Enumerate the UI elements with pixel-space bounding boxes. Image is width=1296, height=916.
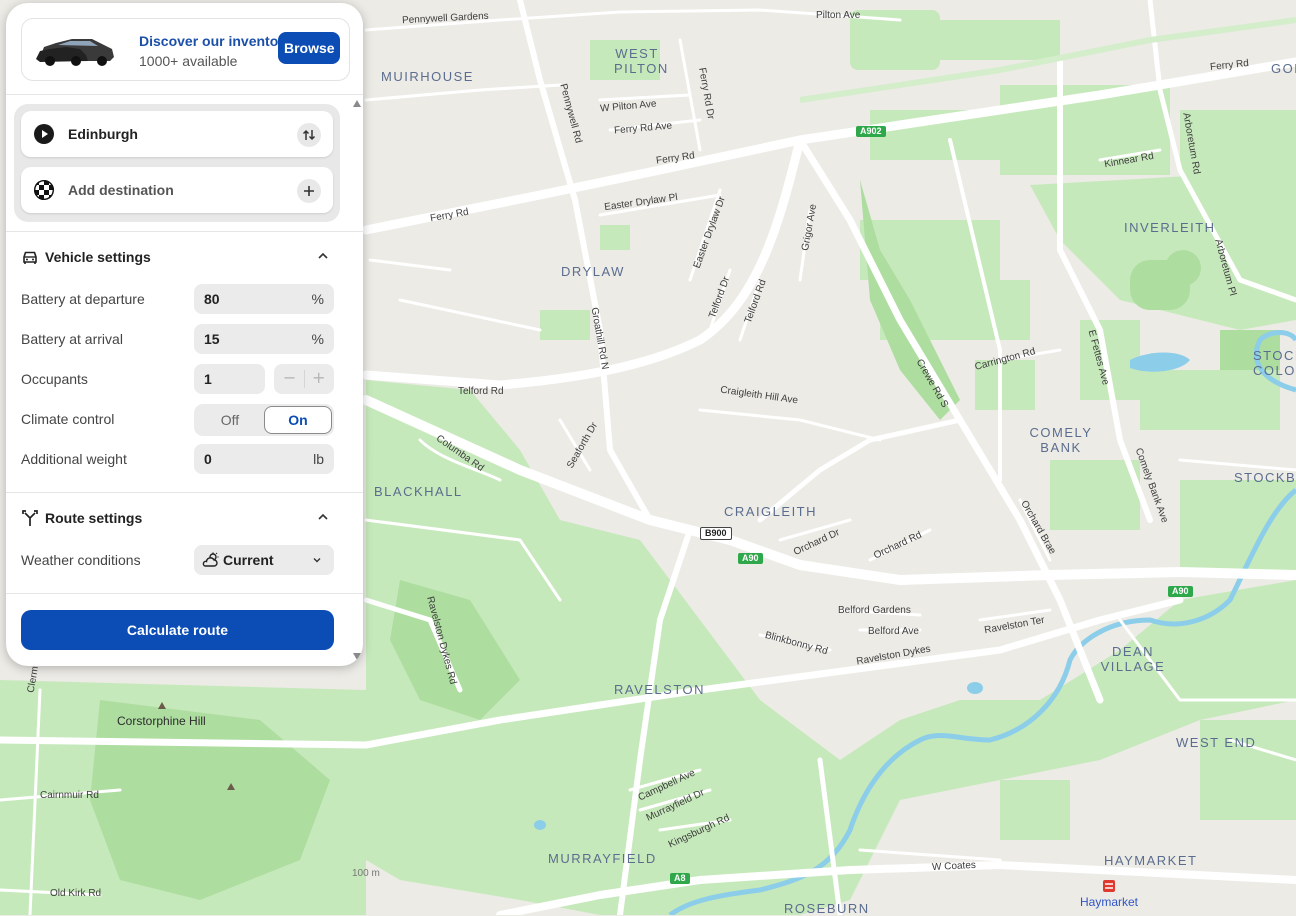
district-label: STOCK COLO	[1253, 348, 1296, 378]
district-label: HAYMARKET	[1104, 853, 1198, 868]
street-label: Pilton Ave	[816, 10, 861, 21]
climate-control-toggle: Off On	[194, 404, 334, 436]
occupants-input[interactable]: 1	[194, 364, 265, 394]
street-label: Old Kirk Rd	[50, 888, 102, 899]
percent-unit: %	[311, 331, 324, 347]
battery-departure-input[interactable]: 80 %	[194, 284, 334, 314]
district-label: RAVELSTON	[614, 682, 706, 697]
street-label: W Coates	[931, 859, 977, 874]
chevron-up-icon[interactable]	[316, 510, 330, 524]
play-icon	[34, 124, 54, 144]
divider	[6, 492, 363, 493]
route-fork-icon	[22, 510, 38, 526]
divider	[6, 231, 363, 232]
district-label: DEAN VILLAGE	[1100, 644, 1166, 674]
district-label: STOCKB	[1234, 470, 1296, 485]
district-label: MUIRHOUSE	[381, 69, 474, 84]
route-settings-header[interactable]: Route settings	[21, 506, 341, 530]
chevron-down-icon	[313, 558, 321, 563]
vehicle-settings-header[interactable]: Vehicle settings	[21, 245, 341, 269]
route-planner-panel: Discover our inventory 1000+ available B…	[6, 3, 363, 666]
ad-title: Discover our inventory	[139, 33, 292, 49]
road-shield: A90	[738, 553, 763, 564]
district-label: GOL	[1271, 61, 1296, 76]
divider	[6, 593, 363, 594]
elevation-label: 100 m	[352, 868, 380, 879]
climate-off-option[interactable]: Off	[196, 406, 264, 434]
ad-subtitle: 1000+ available	[139, 53, 238, 69]
occupants-label: Occupants	[21, 371, 88, 387]
rail-station-icon	[1103, 880, 1115, 892]
additional-weight-input[interactable]: 0 lb	[194, 444, 334, 474]
waypoint-list: Edinburgh Add destination	[14, 104, 340, 222]
district-label: CRAIGLEITH	[724, 504, 818, 519]
additional-weight-label: Additional weight	[21, 451, 127, 467]
occupants-stepper: − +	[274, 364, 334, 394]
weather-conditions-label: Weather conditions	[21, 552, 141, 568]
origin-field[interactable]: Edinburgh	[21, 111, 333, 157]
district-label: INVERLEITH	[1124, 220, 1216, 235]
scroll-down-icon[interactable]	[353, 653, 361, 660]
street-label: Belford Gardens	[838, 605, 911, 616]
origin-text: Edinburgh	[68, 126, 138, 142]
stepper-separator	[304, 370, 305, 388]
battery-arrival-value: 15	[204, 331, 220, 347]
district-label: COMELY BANK	[1029, 425, 1093, 455]
weather-select[interactable]: Current	[194, 545, 334, 575]
weather-value: Current	[223, 552, 274, 568]
climate-control-label: Climate control	[21, 411, 115, 427]
district-label: DRYLAW	[561, 264, 625, 279]
chevron-up-icon[interactable]	[316, 249, 330, 263]
road-shield: A8	[670, 873, 690, 884]
district-label: ROSEBURN	[784, 901, 870, 916]
route-settings-title: Route settings	[45, 510, 143, 526]
destination-field[interactable]: Add destination	[21, 167, 333, 213]
increment-button[interactable]: +	[312, 368, 325, 387]
street-label: Cairnmuir Rd	[40, 790, 99, 801]
car-icon	[23, 251, 37, 264]
inventory-ad[interactable]: Discover our inventory 1000+ available B…	[21, 18, 350, 81]
car-image	[36, 39, 114, 66]
decrement-button[interactable]: −	[283, 368, 296, 387]
swap-icon	[302, 129, 316, 141]
plus-icon	[304, 186, 314, 196]
browse-button[interactable]: Browse	[278, 32, 340, 64]
poi-label[interactable]: Haymarket	[1080, 895, 1138, 909]
poi-label: Corstorphine Hill	[117, 714, 206, 728]
battery-arrival-input[interactable]: 15 %	[194, 324, 334, 354]
divider	[6, 94, 363, 95]
swap-button[interactable]	[297, 123, 321, 147]
weather-cloud-sun-icon	[202, 552, 219, 567]
scroll-up-icon[interactable]	[353, 100, 361, 107]
road-shield: A902	[856, 126, 886, 137]
destination-placeholder: Add destination	[68, 182, 174, 198]
vehicle-settings-title: Vehicle settings	[45, 249, 151, 265]
road-shield: B900	[700, 527, 732, 540]
percent-unit: %	[311, 291, 324, 307]
battery-departure-label: Battery at departure	[21, 291, 145, 307]
battery-arrival-label: Battery at arrival	[21, 331, 123, 347]
weight-unit: lb	[313, 451, 324, 467]
climate-on-option[interactable]: On	[264, 406, 332, 434]
calculate-route-button[interactable]: Calculate route	[21, 610, 334, 650]
district-label: MURRAYFIELD	[548, 851, 657, 866]
district-label: WEST END	[1176, 735, 1257, 750]
add-destination-button[interactable]	[297, 179, 321, 203]
checkered-flag-icon	[34, 180, 54, 200]
road-shield: A90	[1168, 586, 1193, 597]
street-label: Belford Ave	[868, 626, 919, 637]
additional-weight-value: 0	[204, 451, 212, 467]
street-label: Telford Rd	[458, 386, 504, 397]
occupants-value: 1	[204, 371, 212, 387]
district-label: WEST PILTON	[614, 46, 669, 76]
battery-departure-value: 80	[204, 291, 220, 307]
district-label: BLACKHALL	[374, 484, 463, 499]
